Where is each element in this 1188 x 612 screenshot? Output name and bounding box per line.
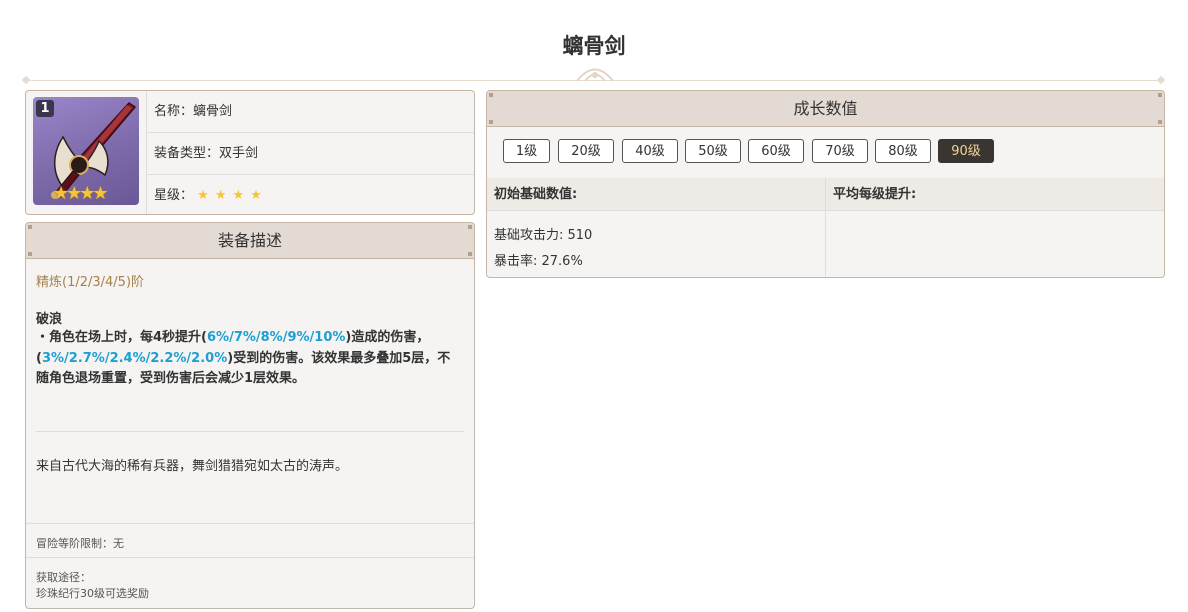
ornament-icon (576, 68, 614, 82)
page-title: 螭骨剑 (562, 34, 626, 58)
weapon-info-panel: 1 ★★★★ 名称：螭骨剑 装备类型：双手剑 星级： ★ ★ ★ ★ (25, 90, 475, 215)
star-icon: ★ (197, 188, 209, 203)
level-button-90[interactable]: 90级 (938, 139, 994, 163)
corner-ornament (468, 252, 472, 256)
level-button-80[interactable]: 80级 (875, 139, 931, 163)
section-divider (36, 431, 464, 432)
level-button-70[interactable]: 70级 (812, 139, 868, 163)
name-row: 名称：螭骨剑 (147, 91, 474, 133)
passive-description: ・角色在场上时，每4秒提升(6%/7%/8%/9%/10%)造成的伤害，(3%/… (36, 328, 461, 390)
ascension-limit-row: 冒险等阶限制：无 (26, 523, 474, 558)
column-divider (825, 178, 826, 277)
corner-ornament (1158, 120, 1162, 124)
highlight-value: 6%/7%/8%/9%/10% (207, 330, 346, 345)
star-icon: ★ (214, 188, 227, 203)
level-button-20[interactable]: 20级 (558, 139, 614, 163)
type-label: 装备类型： (154, 146, 220, 161)
corner-ornament (489, 93, 493, 97)
level-selector: 1级 20级 40级 50级 60级 70级 80级 90级 (487, 126, 1164, 179)
level-button-1[interactable]: 1级 (503, 139, 550, 163)
growth-stats-panel: 成长数值 1级 20级 40级 50级 60级 70级 80级 90级 初始基础数值: 平均每… (486, 90, 1165, 278)
description-header-label: 装备描述 (217, 231, 282, 250)
divider-end-ornament (21, 75, 31, 85)
star-icon: ★ (66, 183, 82, 204)
corner-ornament (468, 225, 472, 229)
rarity-row: 星级： ★ ★ ★ ★ (147, 175, 474, 214)
flavor-text: 来自古代大海的稀有兵器，舞剑猎猎宛如太古的涛声。 (36, 459, 349, 474)
star-icon: ★ (250, 188, 262, 203)
star-icon: ★ (79, 183, 95, 204)
base-stats: 基础攻击力: 510 暴击率: 27.6% (487, 212, 825, 277)
source-row: 获取途径： 珍珠纪行30级可选奖励 (26, 557, 474, 608)
level-button-60[interactable]: 60级 (748, 139, 804, 163)
description-panel: 装备描述 精炼(1/2/3/4/5)阶 破浪 ・角色在场上时，每4秒提升(6%/… (25, 222, 475, 609)
description-text: ・角色在场上时，每4秒提升( (36, 330, 207, 345)
description-header: 装备描述 (26, 223, 474, 259)
refinement-rank-badge: 1 (36, 100, 54, 117)
corner-ornament (28, 252, 32, 256)
corner-ornament (28, 225, 32, 229)
rarity-label: 星级： (154, 188, 194, 203)
growth-header-label: 成长数值 (793, 99, 858, 118)
avg-growth-header: 平均每级提升: (826, 178, 1164, 211)
type-value: 双手剑 (219, 146, 259, 161)
base-stats-header: 初始基础数值: (487, 178, 825, 211)
crit-rate: 暴击率: 27.6% (494, 254, 583, 269)
corner-ornament (1158, 93, 1162, 97)
weapon-attributes: 名称：螭骨剑 装备类型：双手剑 星级： ★ ★ ★ ★ (146, 91, 474, 214)
name-label: 名称： (154, 104, 194, 119)
level-button-40[interactable]: 40级 (622, 139, 678, 163)
ascension-limit: 冒险等阶限制：无 (36, 537, 124, 550)
divider-end-ornament (1156, 75, 1166, 85)
corner-ornament (489, 120, 493, 124)
source-label: 获取途径： (36, 571, 91, 584)
passive-name: 破浪 (36, 312, 63, 327)
weapon-image: 1 ★★★★ (33, 97, 139, 205)
highlight-value: 3%/2.7%/2.4%/2.2%/2.0% (41, 350, 228, 366)
name-value: 螭骨剑 (193, 104, 233, 119)
base-attack: 基础攻击力: 510 (494, 228, 593, 243)
star-icon: ★ (232, 188, 245, 203)
image-stars: ★★★★ (53, 183, 109, 204)
star-icon: ★ (53, 183, 69, 204)
star-icon: ★ (92, 183, 108, 204)
source-value: 珍珠纪行30级可选奖励 (36, 587, 149, 600)
level-button-50[interactable]: 50级 (685, 139, 741, 163)
type-row: 装备类型：双手剑 (147, 133, 474, 175)
growth-header: 成长数值 (487, 91, 1164, 127)
refinement-label: 精炼(1/2/3/4/5)阶 (36, 275, 145, 290)
